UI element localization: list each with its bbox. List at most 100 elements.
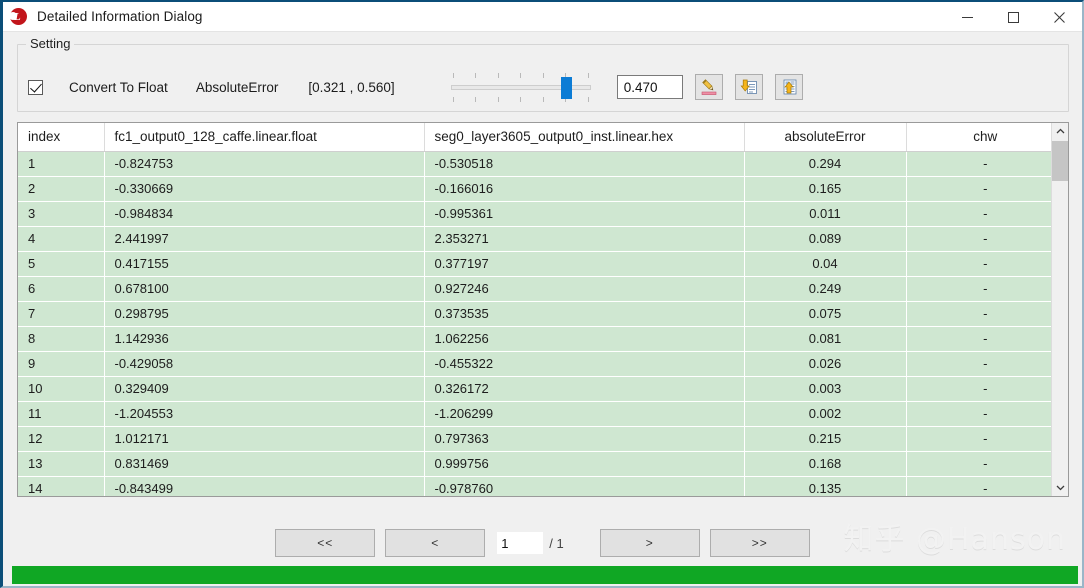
upload-document-icon <box>780 78 798 96</box>
scrollbar-thumb[interactable] <box>1052 141 1069 181</box>
table-row[interactable]: 60.6781000.9272460.249- <box>18 276 1051 301</box>
setting-row: Convert To Float AbsoluteError [0.321 , … <box>18 65 1068 109</box>
table-row[interactable]: 11-1.204553-1.2062990.002- <box>18 401 1051 426</box>
cell-chw: - <box>906 151 1051 176</box>
scroll-up-icon[interactable] <box>1052 123 1069 140</box>
cell-absolute-error: 0.04 <box>744 251 906 276</box>
cell-chw: - <box>906 426 1051 451</box>
cell-chw: - <box>906 201 1051 226</box>
cell-chw: - <box>906 326 1051 351</box>
data-table: index fc1_output0_128_caffe.linear.float… <box>18 123 1051 496</box>
cell-index: 10 <box>18 376 104 401</box>
cell-float: 2.441997 <box>104 226 424 251</box>
cell-float: 0.417155 <box>104 251 424 276</box>
data-table-container: index fc1_output0_128_caffe.linear.float… <box>17 122 1069 497</box>
data-table-viewport: index fc1_output0_128_caffe.linear.float… <box>18 123 1051 496</box>
cell-absolute-error: 0.075 <box>744 301 906 326</box>
cell-absolute-error: 0.215 <box>744 426 906 451</box>
cell-index: 14 <box>18 476 104 496</box>
cell-float: 0.298795 <box>104 301 424 326</box>
total-pages-label: / 1 <box>549 536 563 551</box>
cell-hex: 0.373535 <box>424 301 744 326</box>
cell-chw: - <box>906 251 1051 276</box>
table-row[interactable]: 2-0.330669-0.1660160.165- <box>18 176 1051 201</box>
cell-absolute-error: 0.011 <box>744 201 906 226</box>
cell-float: -0.824753 <box>104 151 424 176</box>
cell-hex: 0.927246 <box>424 276 744 301</box>
cell-float: 1.142936 <box>104 326 424 351</box>
cell-absolute-error: 0.249 <box>744 276 906 301</box>
cell-float: -1.204553 <box>104 401 424 426</box>
error-range-label: [0.321 , 0.560] <box>308 80 394 95</box>
table-row[interactable]: 70.2987950.3735350.075- <box>18 301 1051 326</box>
cell-chw: - <box>906 476 1051 496</box>
last-page-button[interactable]: >> <box>710 529 810 557</box>
cell-absolute-error: 0.294 <box>744 151 906 176</box>
cell-index: 11 <box>18 401 104 426</box>
next-page-button[interactable]: > <box>600 529 700 557</box>
cell-absolute-error: 0.168 <box>744 451 906 476</box>
table-row[interactable]: 100.3294090.3261720.003- <box>18 376 1051 401</box>
minimize-icon[interactable] <box>944 2 990 32</box>
cell-absolute-error: 0.135 <box>744 476 906 496</box>
cell-hex: 0.999756 <box>424 451 744 476</box>
table-row[interactable]: 1-0.824753-0.5305180.294- <box>18 151 1051 176</box>
cell-index: 1 <box>18 151 104 176</box>
cell-absolute-error: 0.165 <box>744 176 906 201</box>
cell-chw: - <box>906 401 1051 426</box>
table-row[interactable]: 14-0.843499-0.9787600.135- <box>18 476 1051 496</box>
window-title: Detailed Information Dialog <box>37 9 203 24</box>
cell-float: -0.429058 <box>104 351 424 376</box>
table-row[interactable]: 42.4419972.3532710.089- <box>18 226 1051 251</box>
cell-float: 0.329409 <box>104 376 424 401</box>
column-header-float[interactable]: fc1_output0_128_caffe.linear.float <box>104 123 424 151</box>
convert-to-float-checkbox[interactable] <box>28 80 43 95</box>
cell-chw: - <box>906 451 1051 476</box>
previous-page-button[interactable]: < <box>385 529 485 557</box>
export-button[interactable] <box>775 74 803 100</box>
cell-index: 5 <box>18 251 104 276</box>
import-button[interactable] <box>735 74 763 100</box>
cell-absolute-error: 0.081 <box>744 326 906 351</box>
pencil-eraser-icon <box>700 78 718 96</box>
table-row[interactable]: 9-0.429058-0.4553220.026- <box>18 351 1051 376</box>
cell-index: 12 <box>18 426 104 451</box>
table-header-row: index fc1_output0_128_caffe.linear.float… <box>18 123 1051 151</box>
vertical-scrollbar[interactable] <box>1051 123 1068 496</box>
cell-hex: -0.995361 <box>424 201 744 226</box>
maximize-icon[interactable] <box>990 2 1036 32</box>
column-header-chw[interactable]: chw <box>906 123 1051 151</box>
cell-chw: - <box>906 176 1051 201</box>
table-row[interactable]: 50.4171550.3771970.04- <box>18 251 1051 276</box>
cell-float: -0.843499 <box>104 476 424 496</box>
cell-hex: -0.166016 <box>424 176 744 201</box>
cell-hex: 1.062256 <box>424 326 744 351</box>
cell-index: 2 <box>18 176 104 201</box>
scroll-down-icon[interactable] <box>1052 479 1069 496</box>
column-header-index[interactable]: index <box>18 123 104 151</box>
cell-hex: 0.377197 <box>424 251 744 276</box>
close-icon[interactable] <box>1036 2 1082 32</box>
cell-hex: -1.206299 <box>424 401 744 426</box>
slider-thumb[interactable] <box>561 77 572 99</box>
cell-chw: - <box>906 276 1051 301</box>
column-header-absolute-error[interactable]: absoluteError <box>744 123 906 151</box>
page-number-input[interactable]: 1 <box>497 532 543 554</box>
cell-index: 4 <box>18 226 104 251</box>
table-row[interactable]: 3-0.984834-0.9953610.011- <box>18 201 1051 226</box>
cell-float: -0.984834 <box>104 201 424 226</box>
cell-index: 3 <box>18 201 104 226</box>
threshold-input[interactable]: 0.470 <box>617 75 683 99</box>
threshold-slider[interactable] <box>451 66 591 108</box>
first-page-button[interactable]: << <box>275 529 375 557</box>
column-header-hex[interactable]: seg0_layer3605_output0_inst.linear.hex <box>424 123 744 151</box>
dialog-window: L Detailed Information Dialog Setting Co… <box>0 0 1084 588</box>
download-document-icon <box>740 78 758 96</box>
edit-button[interactable] <box>695 74 723 100</box>
cell-float: 0.831469 <box>104 451 424 476</box>
table-row[interactable]: 130.8314690.9997560.168- <box>18 451 1051 476</box>
table-row[interactable]: 81.1429361.0622560.081- <box>18 326 1051 351</box>
setting-group-box: Setting Convert To Float AbsoluteError [… <box>17 44 1069 112</box>
table-row[interactable]: 121.0121710.7973630.215- <box>18 426 1051 451</box>
cell-hex: -0.530518 <box>424 151 744 176</box>
